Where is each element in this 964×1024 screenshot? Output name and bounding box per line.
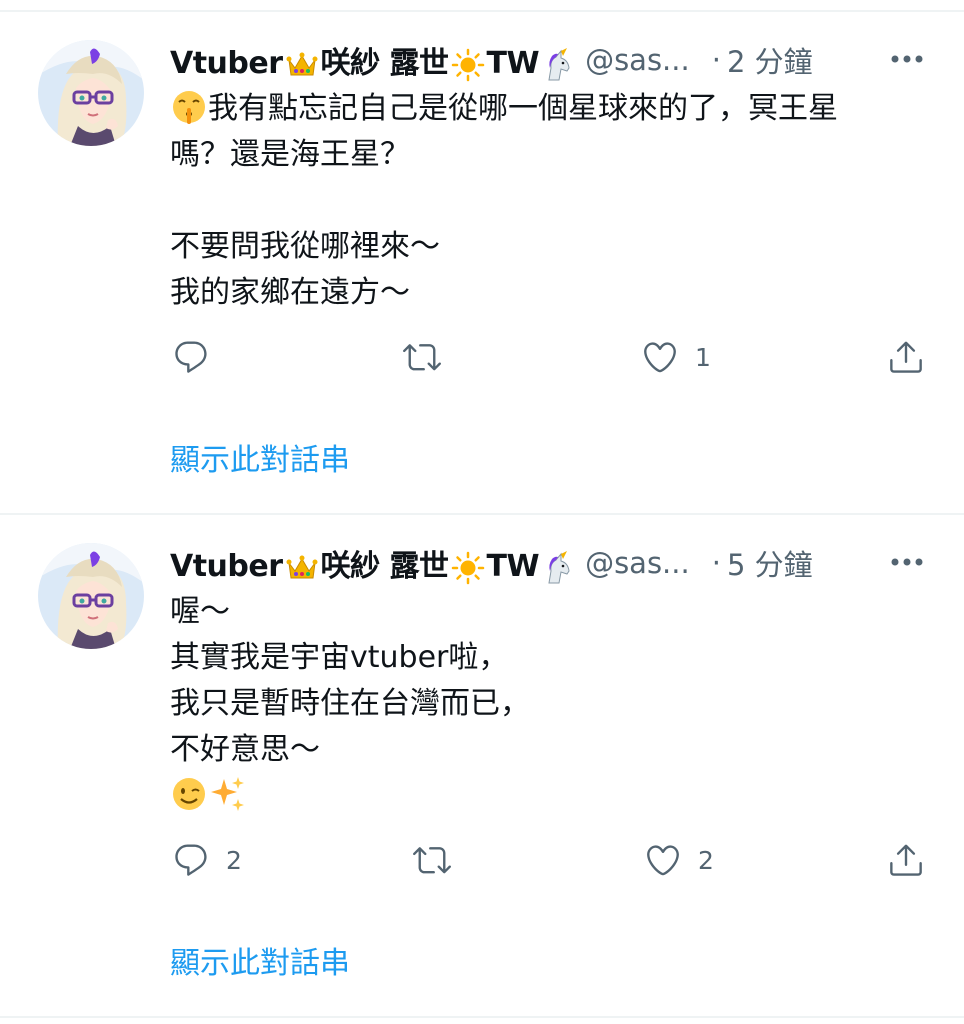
- handle[interactable]: @sas...: [585, 43, 690, 77]
- separator: ·: [711, 43, 721, 77]
- share-icon: [887, 841, 925, 879]
- share-button[interactable]: [887, 337, 925, 377]
- shushing-face-icon: [170, 88, 208, 126]
- emoji-line: [170, 773, 930, 819]
- retweet-icon: [413, 841, 451, 879]
- tweet-2[interactable]: Vtuber 咲紗 露世 TW @sas... · 5 分鐘 喔～ 其實我是宇宙vt…: [0, 543, 964, 1013]
- like-button[interactable]: 2: [644, 840, 714, 880]
- tweet-header: Vtuber 咲紗 露世 TW @sas... · 2 分鐘: [170, 38, 870, 82]
- tweet-text: 喔～ 其實我是宇宙vtuber啦， 我只是暫時住在台灣而已， 不好意思～: [170, 589, 930, 819]
- action-bar: 1: [170, 337, 930, 377]
- display-name-suffix: TW: [486, 549, 540, 584]
- more-options-icon[interactable]: [890, 52, 924, 66]
- avatar[interactable]: [38, 40, 144, 146]
- crown-icon: [285, 48, 319, 82]
- action-bar: 2 2: [170, 840, 930, 880]
- reply-icon: [172, 841, 210, 879]
- tweet-1[interactable]: Vtuber 咲紗 露世 TW @sas... · 2 分鐘 我有點忘記自己是從哪一…: [0, 40, 964, 510]
- like-icon: [644, 841, 682, 879]
- text-line: 我只是暫時住在台灣而已，: [170, 686, 530, 721]
- sun-icon: [451, 48, 485, 82]
- reply-button[interactable]: [172, 337, 226, 377]
- unicorn-icon: [541, 551, 575, 585]
- text-line: 其實我是宇宙vtuber啦，: [170, 640, 509, 675]
- display-name[interactable]: Vtuber 咲紗 露世 TW: [170, 541, 577, 585]
- display-name-prefix: Vtuber: [170, 549, 283, 584]
- like-count: 2: [698, 845, 714, 875]
- sun-icon: [451, 551, 485, 585]
- crown-icon: [285, 551, 319, 585]
- text-line: 不好意思～: [170, 732, 320, 767]
- winking-face-icon: [170, 775, 208, 813]
- tweet-text: 我有點忘記自己是從哪一個星球來的了，冥王星 嗎？還是海王星？ 不要問我從哪裡來～…: [170, 86, 930, 316]
- text-line: 不要問我從哪裡來～: [170, 229, 440, 264]
- retweet-button[interactable]: [413, 840, 467, 880]
- like-icon: [641, 338, 679, 376]
- avatar[interactable]: [38, 543, 144, 649]
- display-name-mid: 咲紗 露世: [320, 549, 449, 584]
- reply-count: 2: [226, 845, 242, 875]
- reply-button[interactable]: 2: [172, 840, 242, 880]
- text-line: 我的家鄉在遠方～: [170, 275, 410, 310]
- sparkles-icon: [208, 775, 246, 813]
- display-name-suffix: TW: [486, 46, 540, 81]
- text-blank-line: [170, 178, 930, 224]
- display-name-mid: 咲紗 露世: [320, 46, 449, 81]
- more-options-icon[interactable]: [890, 555, 924, 569]
- text-line: 我有點忘記自己是從哪一個星球來的了，冥王星: [170, 86, 930, 132]
- tweet-header: Vtuber 咲紗 露世 TW @sas... · 5 分鐘: [170, 541, 870, 585]
- timestamp[interactable]: 5 分鐘: [727, 542, 813, 584]
- show-thread-link[interactable]: 顯示此對話串: [170, 938, 350, 982]
- retweet-icon: [403, 338, 441, 376]
- share-icon: [887, 338, 925, 376]
- reply-icon: [172, 338, 210, 376]
- text-line: 喔～: [170, 594, 230, 629]
- bottom-divider: [0, 1016, 964, 1018]
- unicorn-icon: [541, 48, 575, 82]
- top-divider: [0, 10, 964, 12]
- tweet-divider: [0, 513, 964, 515]
- display-name[interactable]: Vtuber 咲紗 露世 TW: [170, 38, 577, 82]
- share-button[interactable]: [887, 840, 925, 880]
- retweet-button[interactable]: [403, 337, 457, 377]
- like-count: 1: [695, 342, 711, 372]
- separator: ·: [711, 546, 721, 580]
- timestamp[interactable]: 2 分鐘: [727, 39, 813, 81]
- text-line: 嗎？還是海王星？: [170, 137, 410, 172]
- handle[interactable]: @sas...: [585, 546, 690, 580]
- like-button[interactable]: 1: [641, 337, 711, 377]
- display-name-prefix: Vtuber: [170, 46, 283, 81]
- show-thread-link[interactable]: 顯示此對話串: [170, 435, 350, 479]
